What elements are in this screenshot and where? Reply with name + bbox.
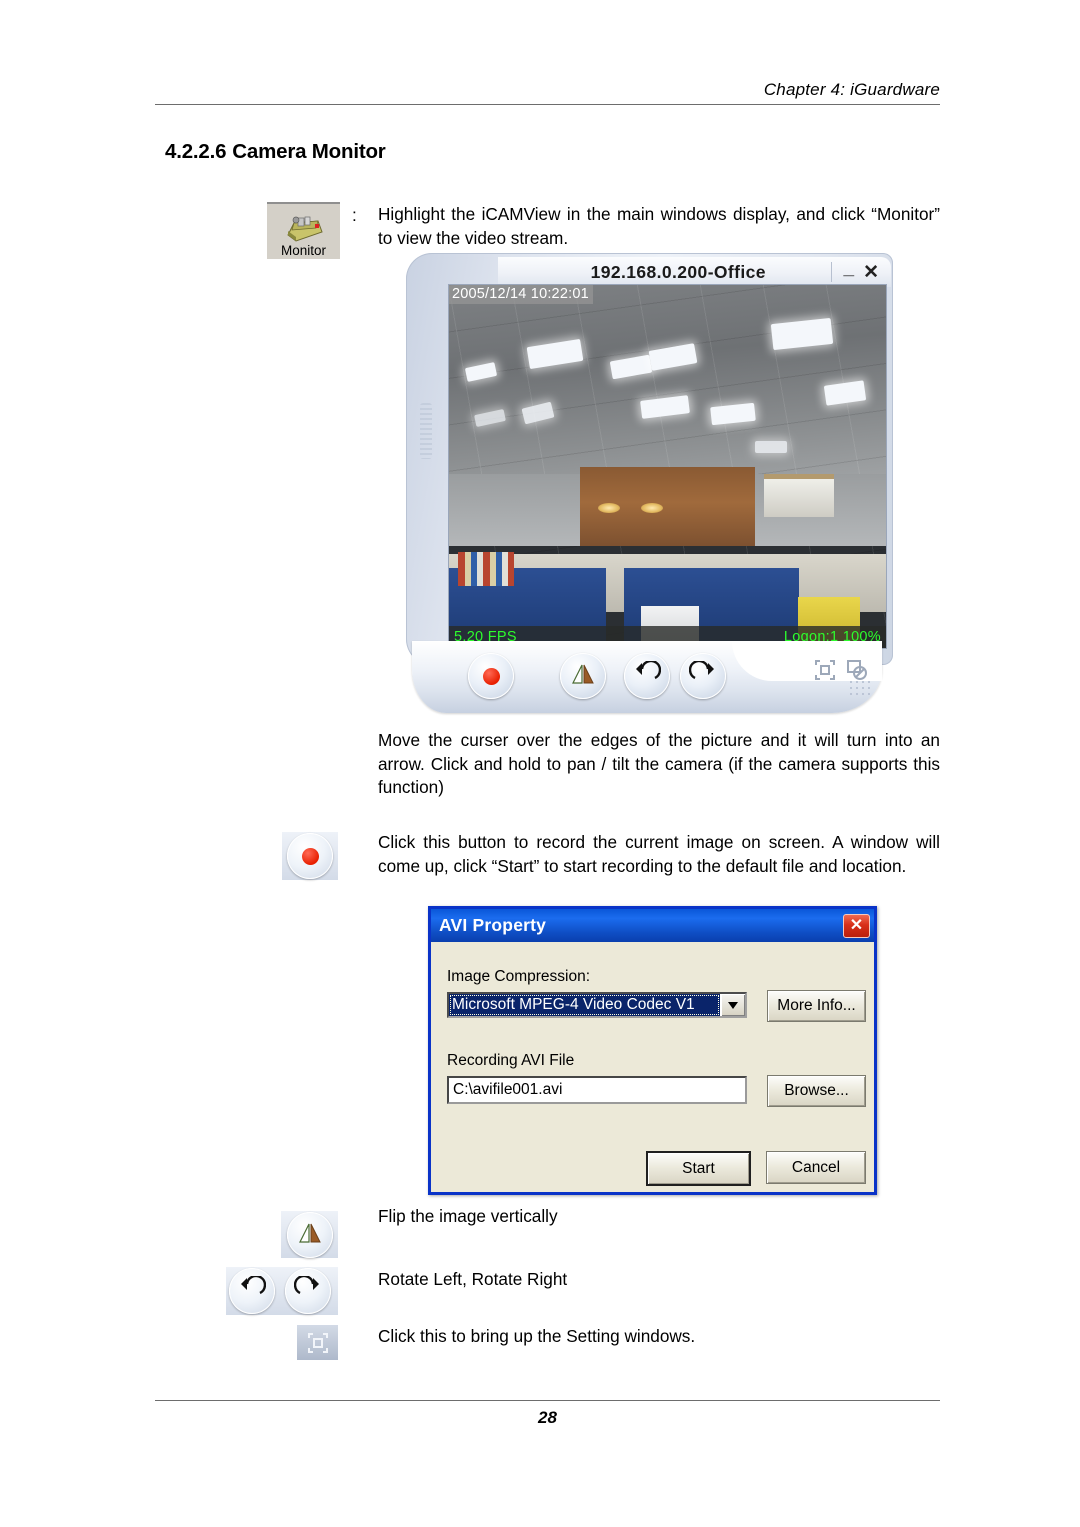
avi-dialog-body: Image Compression: Microsoft MPEG-4 Vide…	[431, 942, 874, 1192]
rotate-left-button[interactable]	[624, 653, 670, 699]
frame-square-icon	[297, 1325, 338, 1360]
browse-button[interactable]: Browse...	[767, 1075, 866, 1107]
record-button-sample[interactable]	[282, 832, 338, 880]
rotate-right-icon	[688, 659, 717, 692]
rotate-instruction-text: Rotate Left, Rotate Right	[378, 1269, 568, 1289]
flip-vertical-icon	[570, 662, 596, 691]
setting-instruction-text: Click this to bring up the Setting windo…	[378, 1326, 696, 1346]
setting-button-sample[interactable]	[297, 1325, 338, 1360]
record-dot-icon	[482, 667, 500, 685]
recording-avi-file-label: Recording AVI File	[447, 1052, 575, 1069]
camera-viewer-window[interactable]: 192.168.0.200-Office _ ✕ 2005/12/14 10:2…	[406, 253, 893, 718]
header-divider	[155, 104, 940, 105]
recording-avi-file-input[interactable]: C:\avifile001.avi	[447, 1076, 747, 1104]
rotate-buttons-sample[interactable]	[226, 1267, 338, 1315]
record-button[interactable]	[468, 653, 514, 699]
image-compression-select[interactable]: Microsoft MPEG-4 Video Codec V1	[447, 992, 747, 1018]
minimize-button[interactable]: _	[844, 259, 855, 278]
tray-dot-texture	[848, 679, 874, 697]
rotate-left-button[interactable]	[229, 1268, 275, 1314]
camera-control-tray	[412, 641, 882, 713]
page-title: 4.2.2.6 Camera Monitor	[165, 140, 386, 164]
chevron-down-icon[interactable]	[720, 994, 745, 1016]
monitor-instruction-text: Highlight the iCAMView in the main windo…	[378, 204, 940, 248]
image-compression-value: Microsoft MPEG-4 Video Codec V1	[449, 994, 720, 1016]
video-frame-image	[449, 285, 886, 648]
flip-button[interactable]	[560, 653, 606, 699]
video-timestamp-overlay: 2005/12/14 10:22:01	[449, 285, 593, 304]
camera-title-bar: 192.168.0.200-Office _ ✕	[498, 257, 891, 287]
copy-window-icon[interactable]	[846, 659, 868, 681]
monitor-button-label: Monitor	[280, 243, 326, 258]
avi-dialog-title-bar: AVI Property ✕	[431, 909, 874, 942]
monitor-toolbar-button[interactable]: Monitor	[267, 202, 340, 259]
running-head: Chapter 4: iGuardware	[763, 80, 940, 99]
flip-button-sample[interactable]	[281, 1211, 338, 1258]
rotate-right-icon	[293, 1274, 322, 1307]
record-dot-icon	[301, 847, 319, 865]
more-info-button[interactable]: More Info...	[767, 990, 866, 1022]
monitor-device-icon	[282, 215, 326, 243]
close-icon[interactable]: ✕	[863, 263, 879, 282]
video-stream-view[interactable]: 2005/12/14 10:22:01 5.20 FPS Logon:1 100…	[449, 285, 886, 648]
flip-vertical-icon	[297, 1221, 323, 1250]
instruction-colon: :	[352, 205, 357, 225]
rotate-right-button[interactable]	[285, 1268, 331, 1314]
cancel-button[interactable]: Cancel	[766, 1151, 866, 1184]
record-instruction-text: Click this button to record the current …	[378, 832, 940, 876]
rotate-right-button[interactable]	[680, 653, 726, 699]
pan-tilt-instruction-text: Move the curser over the edges of the pi…	[378, 730, 940, 797]
start-button[interactable]: Start	[646, 1151, 751, 1186]
section-number: 4.2.2.6	[165, 140, 227, 163]
close-icon[interactable]: ✕	[843, 913, 870, 938]
avi-dialog-title: AVI Property	[439, 915, 547, 935]
camera-window-title: 192.168.0.200-Office	[590, 261, 766, 282]
page-number: 28	[538, 1408, 557, 1427]
rotate-left-icon	[633, 659, 662, 692]
section-title-text: Camera Monitor	[232, 140, 386, 163]
avi-property-dialog[interactable]: AVI Property ✕ Image Compression: Micros…	[428, 906, 877, 1195]
footer-divider	[155, 1400, 940, 1401]
rotate-left-icon	[238, 1274, 267, 1307]
bezel-grip-texture	[420, 403, 432, 459]
document-page: Chapter 4: iGuardware 4.2.2.6 Camera Moni…	[0, 0, 1080, 1527]
image-compression-label: Image Compression:	[447, 968, 591, 985]
frame-square-icon[interactable]	[814, 659, 836, 681]
flip-instruction-text: Flip the image vertically	[378, 1206, 558, 1226]
